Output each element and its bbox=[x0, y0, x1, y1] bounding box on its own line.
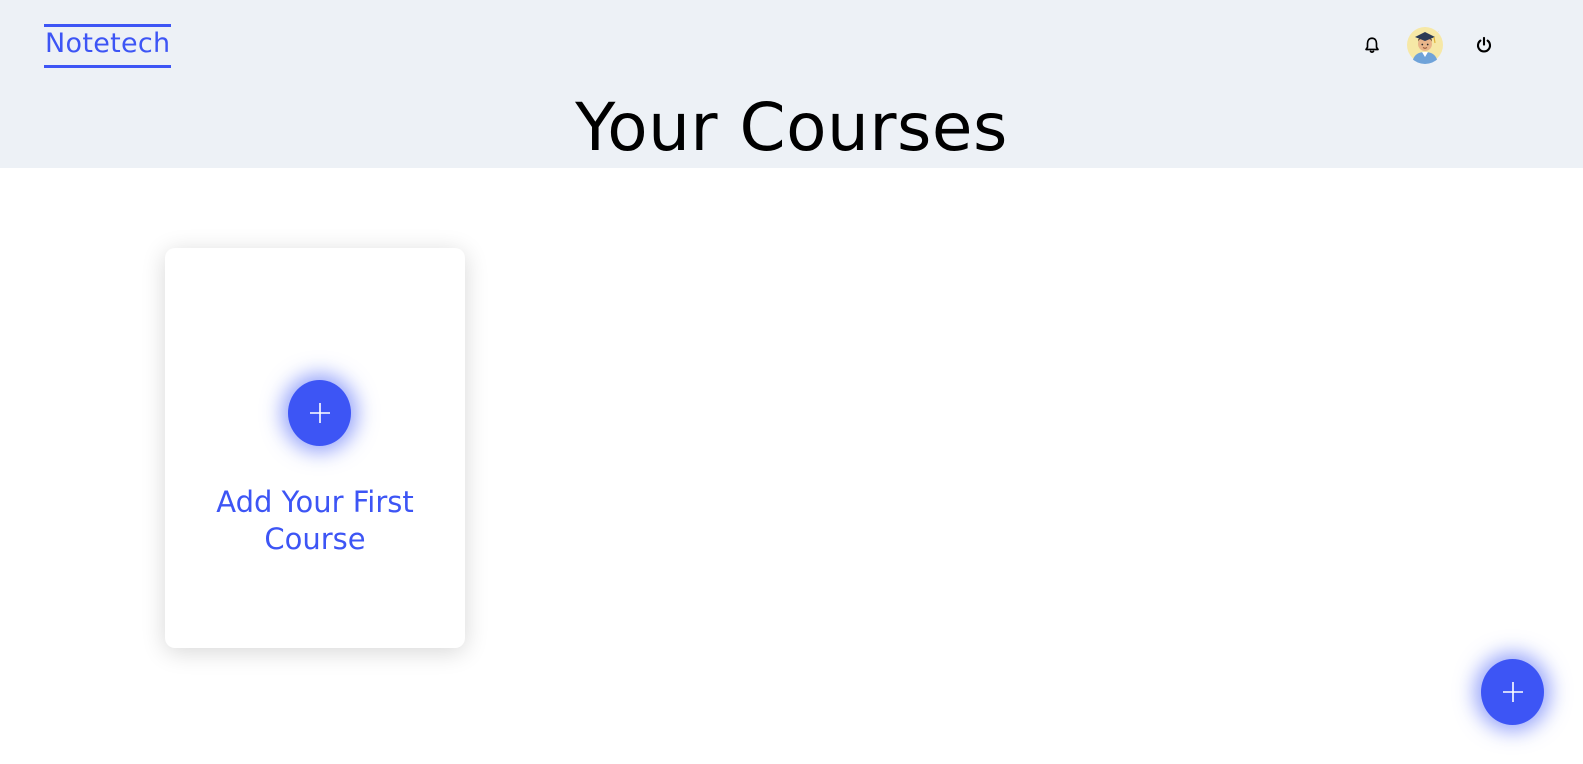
add-first-course-card[interactable]: Add Your First Course bbox=[165, 248, 465, 648]
floating-add-button[interactable] bbox=[1481, 659, 1544, 725]
add-course-button[interactable] bbox=[288, 380, 351, 446]
logo-link[interactable]: Notetech bbox=[44, 24, 172, 68]
plus-icon bbox=[309, 403, 330, 423]
logout-button[interactable] bbox=[1467, 28, 1501, 62]
top-header: Notetech Your Courses bbox=[0, 0, 1583, 168]
add-course-label: Add Your First Course bbox=[216, 485, 414, 556]
page-title: Your Courses bbox=[575, 89, 1008, 166]
graduate-avatar-icon bbox=[1407, 27, 1443, 64]
power-icon bbox=[1476, 36, 1492, 53]
notifications-button[interactable] bbox=[1355, 28, 1389, 62]
plus-icon bbox=[1502, 682, 1523, 702]
avatar[interactable] bbox=[1406, 26, 1444, 64]
bell-icon bbox=[1365, 37, 1379, 53]
